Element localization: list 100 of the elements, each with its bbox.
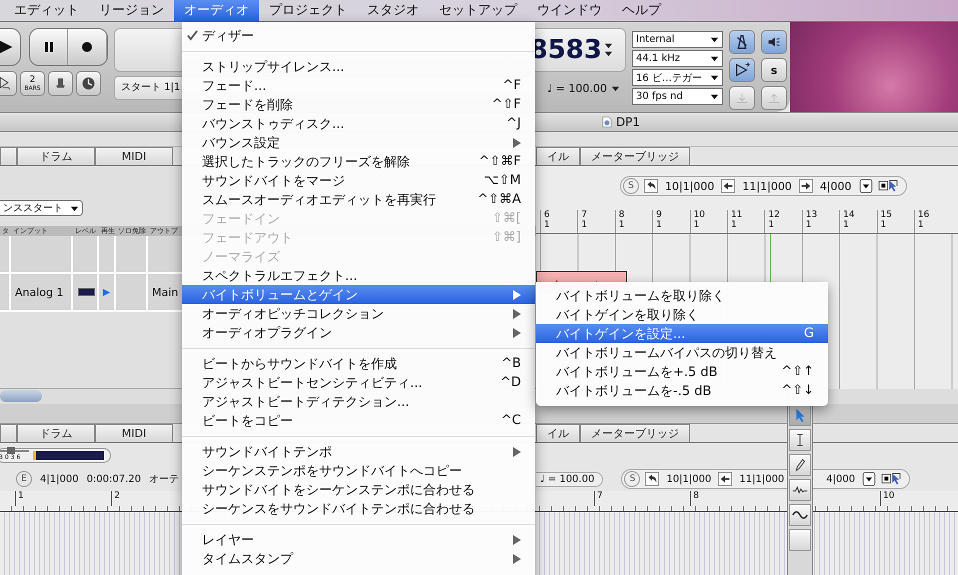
- selection-end[interactable]: 11|1|000: [740, 180, 794, 192]
- slider-handle[interactable]: [7, 446, 15, 454]
- menu-bar-item[interactable]: ヘルプ: [612, 0, 671, 22]
- dropdown[interactable]: Internal: [632, 31, 723, 48]
- tempo-readout[interactable]: ♩ = 100.00: [539, 82, 607, 94]
- time-readout[interactable]: 0:00:07.20: [86, 474, 142, 484]
- tool-button[interactable]: [789, 504, 811, 526]
- menu-bar-item[interactable]: プロジェクト: [259, 0, 357, 22]
- level-meter: [78, 288, 95, 296]
- tab[interactable]: ドラム: [17, 424, 95, 442]
- undo-icon[interactable]: [644, 179, 658, 193]
- dropdown[interactable]: 16 ビ…テガー: [632, 69, 723, 86]
- tool-button[interactable]: [789, 429, 811, 451]
- menu-item[interactable]: 選択したトラックのフリーズを解除 ^⇧⌘F: [182, 152, 535, 171]
- menu-item[interactable]: バイトゲインを設定... G: [536, 324, 828, 343]
- menu-item[interactable]: バイトゲインを取り除く: [536, 305, 828, 324]
- selection-length[interactable]: 4|000: [818, 180, 854, 192]
- pointer-icon: [0, 75, 13, 92]
- play-icon: [733, 61, 751, 79]
- tab[interactable]: ドラム: [17, 147, 95, 165]
- menu-item[interactable]: タイムスタンプ: [182, 549, 535, 568]
- menu-bar-item[interactable]: エディット: [4, 0, 89, 22]
- menu-item[interactable]: サウンドバイトをマージ ⌥⇧M: [182, 171, 535, 190]
- clock-icon: [80, 75, 97, 92]
- menu-item[interactable]: バウンス設定: [182, 133, 535, 152]
- tool-button[interactable]: [789, 454, 811, 476]
- dropdown-icon[interactable]: [611, 84, 620, 92]
- tab[interactable]: イル: [536, 424, 580, 442]
- selection-length[interactable]: 4|000: [824, 474, 858, 484]
- window-title: DP1: [616, 115, 640, 129]
- menu-item[interactable]: バウンストゥディスク... ^J: [182, 114, 535, 133]
- menu-item[interactable]: バイトボリュームを-.5 dB ^⇧↓: [536, 381, 828, 400]
- dropdown[interactable]: 30 fps nd: [632, 88, 723, 105]
- tempo-readout[interactable]: ♩ = 100.00: [536, 472, 604, 486]
- bar-marker: 1: [15, 491, 112, 506]
- menu-bar-item[interactable]: ウインドウ: [527, 0, 612, 22]
- document-icon: [602, 116, 612, 128]
- mode-label: オーテ: [149, 473, 180, 486]
- menu-item[interactable]: サウンドバイトテンポ: [182, 442, 535, 461]
- menu-item[interactable]: バイトボリュームを+.5 dB ^⇧↑: [536, 362, 828, 381]
- menu-bar-item[interactable]: セットアップ: [429, 0, 527, 22]
- menu-bar-item[interactable]: オーディオ: [174, 0, 259, 22]
- caret-icon: [70, 204, 79, 212]
- caret-icon: [710, 54, 719, 63]
- menu-item[interactable]: オーディオピッチコレクション: [182, 304, 535, 323]
- toggle-button[interactable]: [761, 30, 787, 54]
- menu-item[interactable]: オーディオプラグイン: [182, 323, 535, 342]
- selection-start[interactable]: 10|1|000: [664, 474, 714, 484]
- tab[interactable]: メーターブリッジ: [580, 424, 690, 442]
- dropdown[interactable]: 44.1 kHz: [632, 50, 723, 67]
- selection-end[interactable]: 11|1|000: [737, 474, 786, 484]
- caret-icon[interactable]: [862, 472, 876, 486]
- track-input[interactable]: Analog 1: [11, 274, 73, 310]
- toggle-button[interactable]: [761, 86, 787, 110]
- menu-bar-item[interactable]: スタジオ: [357, 0, 429, 22]
- menu-item[interactable]: バイトボリュームを取り除く: [536, 286, 828, 305]
- tab[interactable]: MIDI: [95, 147, 173, 165]
- menu-item[interactable]: スペクトラルエフェクト...: [182, 266, 535, 285]
- selection-start[interactable]: 10|1|000: [663, 180, 716, 192]
- toggle-button[interactable]: [729, 58, 755, 82]
- toggle-button[interactable]: [729, 86, 755, 110]
- tab[interactable]: MIDI: [95, 424, 173, 442]
- menu-item[interactable]: ビートをコピー ^C: [182, 411, 535, 430]
- tool-button[interactable]: [76, 71, 101, 96]
- caret-icon[interactable]: [858, 179, 873, 193]
- tab[interactable]: イル: [536, 147, 580, 165]
- menu-item[interactable]: アジャストビートディテクション...: [182, 392, 535, 411]
- caret-icon: [710, 73, 719, 82]
- level-meter: [33, 450, 104, 460]
- snap-button[interactable]: S: [623, 178, 639, 194]
- edit-button[interactable]: E: [16, 471, 32, 487]
- bar-marker: 7: [594, 491, 690, 506]
- tool-button[interactable]: [48, 71, 73, 96]
- undo-icon[interactable]: [645, 472, 660, 486]
- play-icon[interactable]: [102, 288, 111, 296]
- mode-dropdown[interactable]: ンススタート: [0, 200, 83, 216]
- menu-bar-item[interactable]: リージョン: [89, 0, 174, 22]
- submenu-arrow-icon: [513, 446, 521, 456]
- checkmark-icon: [186, 30, 198, 41]
- scrollbar-thumb[interactable]: [0, 390, 42, 402]
- record-icon: [80, 40, 94, 54]
- menu-item[interactable]: フェードを削除 ^⇧F: [182, 95, 535, 114]
- tab[interactable]: [0, 147, 17, 165]
- tab[interactable]: メーターブリッジ: [580, 147, 690, 165]
- tool-button[interactable]: [789, 479, 811, 501]
- caret-icon: [710, 35, 719, 44]
- menu-item[interactable]: アジャストビートセンシティビティ... ^D: [182, 373, 535, 392]
- toggle-button[interactable]: [729, 30, 755, 54]
- position-readout[interactable]: 4|1|000: [40, 474, 79, 484]
- snap-button[interactable]: S: [624, 471, 640, 487]
- menu-item[interactable]: バイトボリュームバイパスの切り替え: [536, 343, 828, 362]
- menu-item[interactable]: レイヤー: [182, 530, 535, 549]
- menu-item[interactable]: ビートからサウンドバイトを作成 ^B: [182, 354, 535, 373]
- menu-item[interactable]: フェード... ^F: [182, 76, 535, 95]
- tab[interactable]: [0, 424, 17, 442]
- menu-item[interactable]: バイトボリュームとゲイン: [182, 285, 535, 304]
- menu-item[interactable]: スムースオーディオエディットを再実行 ^⇧⌘A: [182, 190, 535, 209]
- caret-icon: [710, 92, 719, 101]
- solo-button[interactable]: s: [761, 58, 787, 82]
- menu-item[interactable]: シーケンステンポをサウンドバイトへコピー: [182, 461, 535, 480]
